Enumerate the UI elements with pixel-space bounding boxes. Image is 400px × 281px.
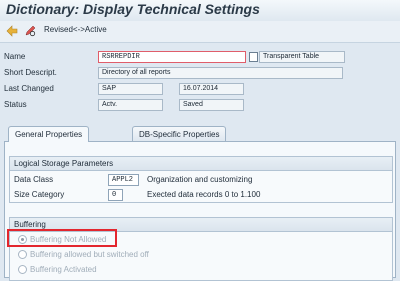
size-category-description: Exected data records 0 to 1.100 — [147, 190, 261, 199]
last-changed-label: Last Changed — [4, 84, 54, 93]
tab-db-specific-properties[interactable]: DB-Specific Properties — [132, 126, 227, 142]
status-field: Actv. — [98, 99, 163, 111]
size-category-field[interactable]: 0 — [108, 189, 123, 201]
display-change-icon[interactable] — [24, 25, 36, 37]
size-category-label: Size Category — [14, 190, 65, 199]
radio-unselected-icon — [18, 265, 27, 275]
data-class-description: Organization and customizing — [147, 175, 253, 184]
tab-general-properties[interactable]: General Properties — [8, 126, 90, 142]
radio-unselected-icon — [18, 250, 27, 260]
title-bar: Dictionary: Display Technical Settings — [0, 0, 400, 22]
last-changed-date-field: 16.07.2014 — [179, 83, 244, 95]
page-title: Dictionary: Display Technical Settings — [6, 1, 260, 17]
application-toolbar: Revised<->Active — [0, 21, 400, 43]
last-changed-user-field: SAP — [98, 83, 163, 95]
data-class-field[interactable]: APPL2 — [108, 174, 139, 186]
name-label: Name — [4, 52, 26, 61]
name-field[interactable]: RSRREPDIR — [98, 51, 246, 63]
logical-storage-group: Logical Storage Parameters Data Class AP… — [9, 156, 393, 203]
short-desc-field: Directory of all reports — [98, 67, 343, 79]
highlight-box — [7, 229, 117, 247]
logical-storage-title: Logical Storage Parameters — [10, 157, 392, 171]
status-saved-field: Saved — [179, 99, 244, 111]
tab-panel: Logical Storage Parameters Data Class AP… — [4, 141, 396, 281]
back-arrow-icon[interactable] — [6, 25, 18, 37]
data-class-label: Data Class — [14, 175, 54, 184]
short-desc-label: Short Descript. — [4, 68, 57, 77]
object-type-field: Transparent Table — [259, 51, 345, 63]
status-label: Status — [4, 100, 27, 109]
radio-buffering-switched-off[interactable]: Buffering allowed but switched off — [18, 250, 149, 261]
buffering-group: Buffering Buffering Not Allowed Bufferin… — [9, 217, 393, 281]
checkbox-icon — [249, 52, 258, 62]
revised-active-button[interactable]: Revised<->Active — [44, 25, 107, 34]
radio-buffering-activated[interactable]: Buffering Activated — [18, 265, 97, 276]
